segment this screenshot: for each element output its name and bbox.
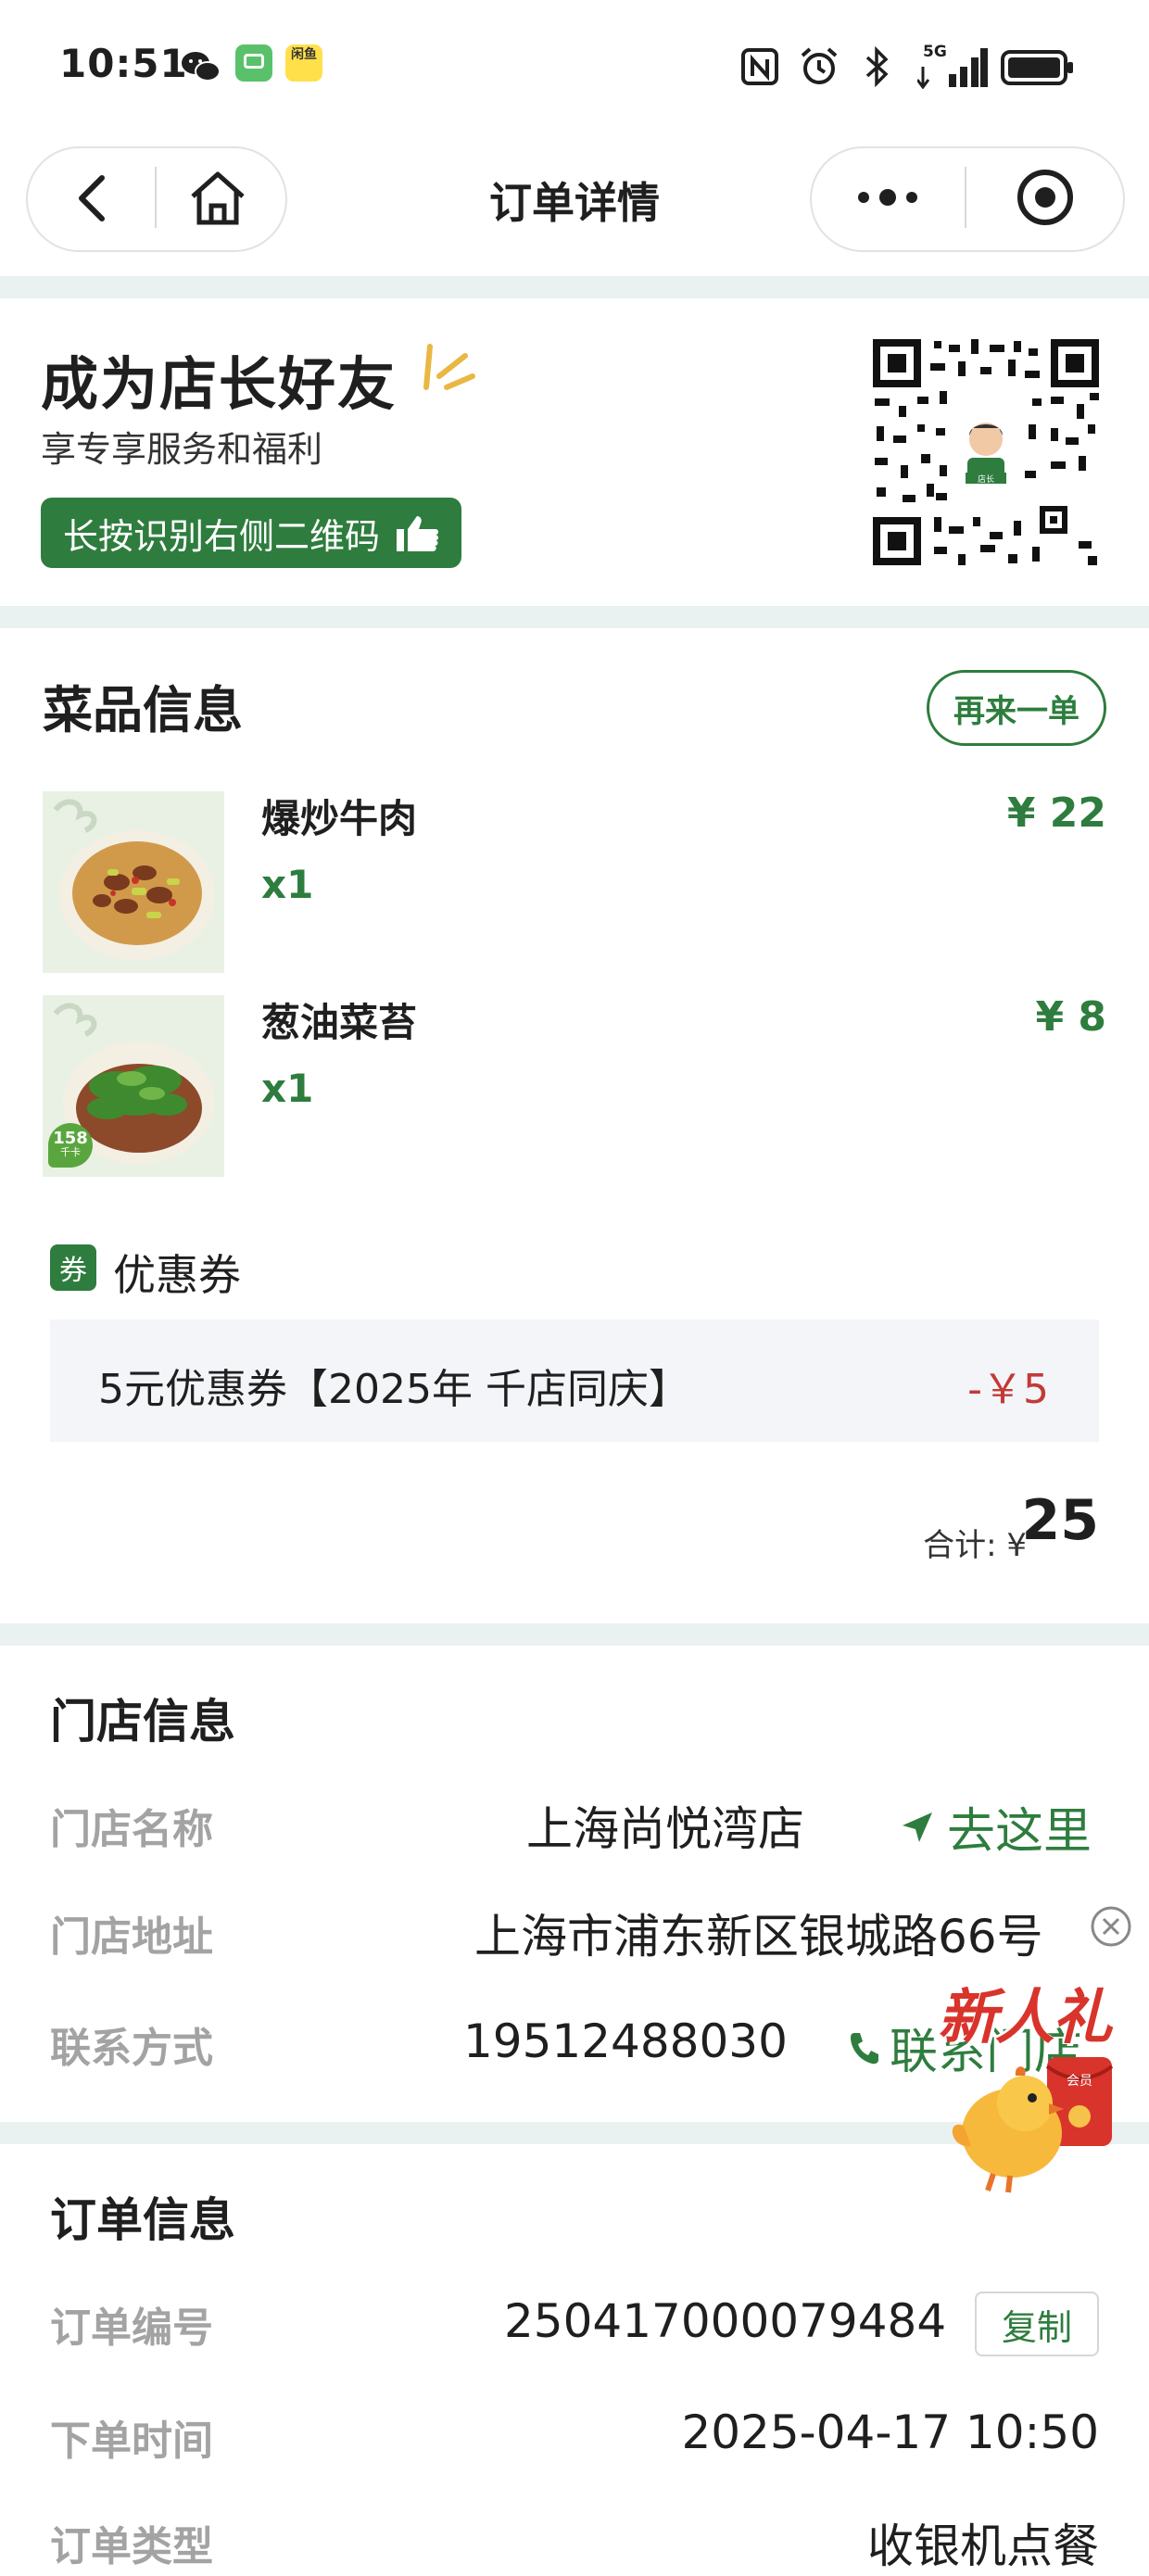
- store-section-title: 门店信息: [50, 1695, 235, 1749]
- order-time-label: 下单时间: [50, 2418, 213, 2465]
- calorie-badge: 158 千卡: [48, 1123, 93, 1168]
- store-contact-value: 19512488030: [463, 2014, 788, 2068]
- phone-icon: [851, 2032, 878, 2064]
- section-separator: [0, 1623, 1149, 1646]
- order-type-label: 订单类型: [50, 2523, 213, 2570]
- chick-redpacket-icon: 会员: [952, 2057, 1114, 2193]
- dish-qty: x1: [261, 1066, 314, 1111]
- section-separator: [0, 276, 1149, 298]
- more-icon[interactable]: [854, 183, 921, 211]
- wechat-icon: [182, 52, 221, 82]
- dishes-section-title: 菜品信息: [43, 681, 243, 739]
- dish-name: 葱油菜苔: [261, 1000, 418, 1045]
- order-type-value: 收银机点餐: [867, 2519, 1099, 2573]
- close-icon[interactable]: [1090, 1905, 1132, 1948]
- coupon-name: 5元优惠券【2025年 千店同庆】: [98, 1366, 689, 1413]
- section-separator: [0, 606, 1149, 628]
- order-time-value: 2025-04-17 10:50: [681, 2406, 1099, 2459]
- status-time: 10:51: [59, 41, 188, 86]
- new-user-gift-float[interactable]: 新人礼 会员: [938, 1901, 1149, 2198]
- dish-qty: x1: [261, 862, 314, 907]
- dish-price: ¥ 8: [1035, 993, 1106, 1041]
- coupon-amount: -￥5: [967, 1366, 1049, 1413]
- store-name-label: 门店名称: [50, 1806, 213, 1853]
- store-address-label: 门店地址: [50, 1913, 213, 1961]
- calorie-value: 158: [53, 1129, 88, 1148]
- total-value: 25: [1021, 1488, 1100, 1553]
- sparkle-icon: [423, 344, 475, 390]
- store-contact-label: 联系方式: [50, 2025, 213, 2072]
- total-label: 合计: ¥: [923, 1527, 1027, 1564]
- nav-divider: [965, 167, 966, 228]
- navigate-icon: [903, 1812, 932, 1842]
- nfc-icon: [741, 48, 778, 85]
- app-icon: 闲鱼: [285, 44, 322, 82]
- scan-qr-label: 长按识别右侧二维码: [63, 515, 381, 557]
- coupon-tag-icon: 券: [50, 1244, 96, 1291]
- calorie-unit: 千卡: [60, 1146, 81, 1158]
- dish-name: 爆炒牛肉: [261, 796, 418, 841]
- order-section-title: 订单信息: [50, 2193, 235, 2247]
- dish-image: 158 千卡: [43, 995, 224, 1177]
- coupon-heading: 优惠券: [113, 1250, 241, 1300]
- battery-icon: [1001, 50, 1073, 85]
- app-badge-text: 闲鱼: [291, 47, 317, 62]
- thumb-icon: [397, 516, 439, 551]
- alarm-icon: [801, 47, 838, 84]
- record-icon[interactable]: [1016, 168, 1075, 227]
- scan-qr-button[interactable]: 长按识别右侧二维码: [41, 498, 461, 568]
- signal-5g-icon: [917, 48, 988, 89]
- navigate-button[interactable]: 去这里: [899, 1792, 1092, 1862]
- dish-price: ¥ 22: [1006, 789, 1106, 837]
- dish-image: [43, 791, 224, 973]
- promo-subtitle: 享专享服务和福利: [41, 429, 323, 470]
- qr-code: 店长: [869, 335, 1103, 569]
- reorder-button[interactable]: 再来一单: [927, 670, 1106, 746]
- message-icon: [235, 44, 272, 82]
- store-name-value: 上海尚悦湾店: [526, 1802, 804, 1856]
- order-number-value: 250417000079484: [504, 2294, 947, 2348]
- bluetooth-icon: [865, 46, 889, 87]
- order-number-label: 订单编号: [50, 2305, 213, 2352]
- navigate-label: 去这里: [947, 1804, 1092, 1860]
- red-packet-text: 会员: [1067, 2074, 1092, 2089]
- qr-center-label: 店长: [978, 474, 994, 485]
- copy-button[interactable]: 复制: [975, 2292, 1099, 2356]
- promo-title: 成为店长好友: [41, 350, 398, 418]
